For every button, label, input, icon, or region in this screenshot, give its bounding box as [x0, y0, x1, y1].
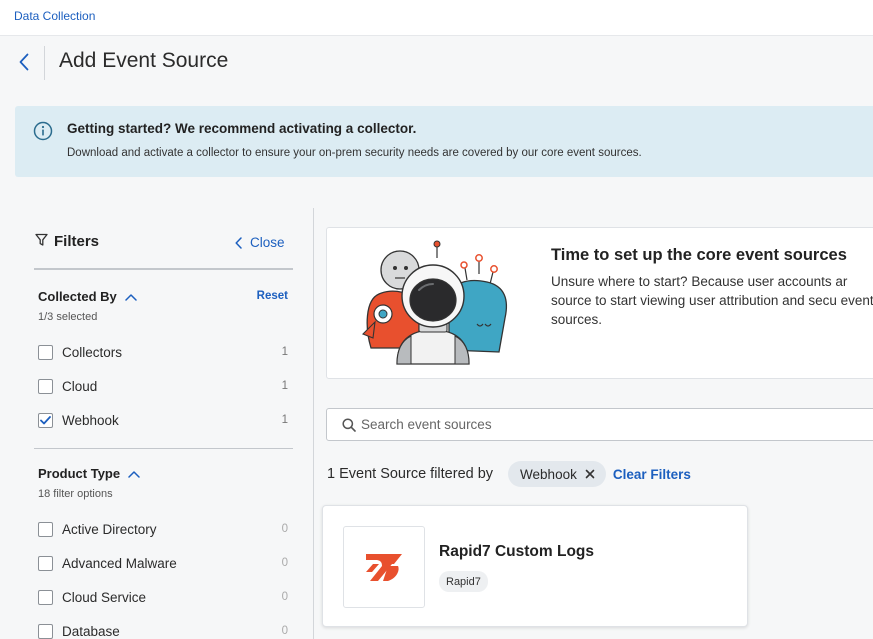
filter-option-database[interactable]: Database 0 [38, 621, 288, 639]
filter-option-webhook[interactable]: Webhook 1 [38, 410, 288, 430]
results-count: 1 Event Source filtered by [327, 466, 494, 482]
promo-text: Unsure where to start? Because user acco… [551, 274, 873, 327]
core-event-sources-promo: Time to set up the core event sources Un… [326, 227, 873, 379]
filter-icon [35, 233, 48, 246]
close-filters-button[interactable]: Close [235, 235, 285, 250]
chevron-up-icon [128, 470, 140, 478]
collected-by-title: Collected By [38, 289, 117, 304]
checkbox[interactable] [38, 555, 53, 571]
option-count: 1 [281, 414, 288, 426]
rapid7-logo-icon [366, 554, 402, 581]
option-count: 1 [281, 346, 288, 358]
option-label: Active Directory [62, 521, 157, 537]
top-bar: Data Collection [0, 0, 873, 36]
product-type-title: Product Type [38, 466, 121, 481]
option-label: Cloud [62, 378, 98, 394]
banner-text: Download and activate a collector to ens… [67, 147, 642, 159]
reset-collected-by-button[interactable]: Reset [257, 290, 288, 302]
option-label: Cloud Service [62, 589, 147, 605]
option-count: 0 [281, 523, 288, 535]
search-box [326, 408, 873, 441]
product-type-toggle[interactable]: Product Type [38, 466, 140, 481]
results-summary: 1 Event Source filtered by Webhook Clear… [327, 461, 691, 487]
clear-filters-button[interactable]: Clear Filters [613, 467, 691, 482]
option-label: Collectors [62, 344, 123, 360]
panel-divider [313, 208, 314, 639]
checkbox[interactable] [38, 623, 53, 639]
option-count: 1 [281, 380, 288, 392]
filters-header: Filters Close [34, 232, 293, 270]
active-filter-chip-webhook: Webhook [508, 461, 606, 487]
checkbox[interactable] [38, 344, 53, 360]
option-label: Advanced Malware [62, 555, 177, 571]
robots-illustration-icon [362, 240, 508, 365]
breadcrumb-data-collection[interactable]: Data Collection [14, 9, 95, 23]
card-logo [343, 526, 425, 608]
filters-title: Filters [54, 233, 100, 250]
filter-option-collectors[interactable]: Collectors 1 [38, 342, 288, 362]
filter-option-cloud[interactable]: Cloud 1 [38, 376, 288, 396]
filter-option-active-directory[interactable]: Active Directory 0 [38, 519, 288, 539]
product-type-subtitle: 18 filter options [38, 488, 113, 500]
card-title: Rapid7 Custom Logs [439, 543, 595, 560]
checkbox[interactable] [38, 589, 53, 605]
checkbox[interactable] [38, 378, 53, 394]
search-icon [342, 418, 356, 432]
filter-group-divider [34, 448, 293, 449]
banner-title: Getting started? We recommend activating… [67, 121, 417, 136]
page-title: Add Event Source [59, 49, 229, 72]
filter-option-cloud-service[interactable]: Cloud Service 0 [38, 587, 288, 607]
back-chevron-icon [19, 53, 29, 71]
event-source-card[interactable]: Rapid7 Custom Logs Rapid7 [322, 505, 748, 627]
close-filters-label: Close [250, 235, 285, 250]
chip-label: Webhook [520, 466, 577, 482]
vendor-tag: Rapid7 [439, 571, 488, 592]
option-count: 0 [281, 591, 288, 603]
option-label: Database [62, 623, 120, 639]
info-icon [33, 121, 53, 141]
checkbox-checked[interactable] [38, 412, 53, 428]
chevron-left-icon [235, 236, 242, 249]
collected-by-toggle[interactable]: Collected By [38, 289, 137, 304]
option-label: Webhook [62, 412, 119, 428]
search-input[interactable] [361, 410, 861, 439]
checkbox[interactable] [38, 521, 53, 537]
option-count: 0 [281, 557, 288, 569]
header-divider [44, 46, 45, 80]
close-x-icon[interactable] [585, 469, 595, 479]
getting-started-banner: Getting started? We recommend activating… [15, 106, 873, 177]
back-button[interactable] [14, 50, 34, 74]
check-icon [40, 415, 51, 424]
collected-by-subtitle: 1/3 selected [38, 311, 98, 323]
chevron-up-icon [125, 293, 137, 301]
filter-option-advanced-malware[interactable]: Advanced Malware 0 [38, 553, 288, 573]
page-header: Add Event Source [0, 36, 873, 88]
promo-title: Time to set up the core event sources [551, 246, 847, 264]
option-count: 0 [281, 625, 288, 637]
